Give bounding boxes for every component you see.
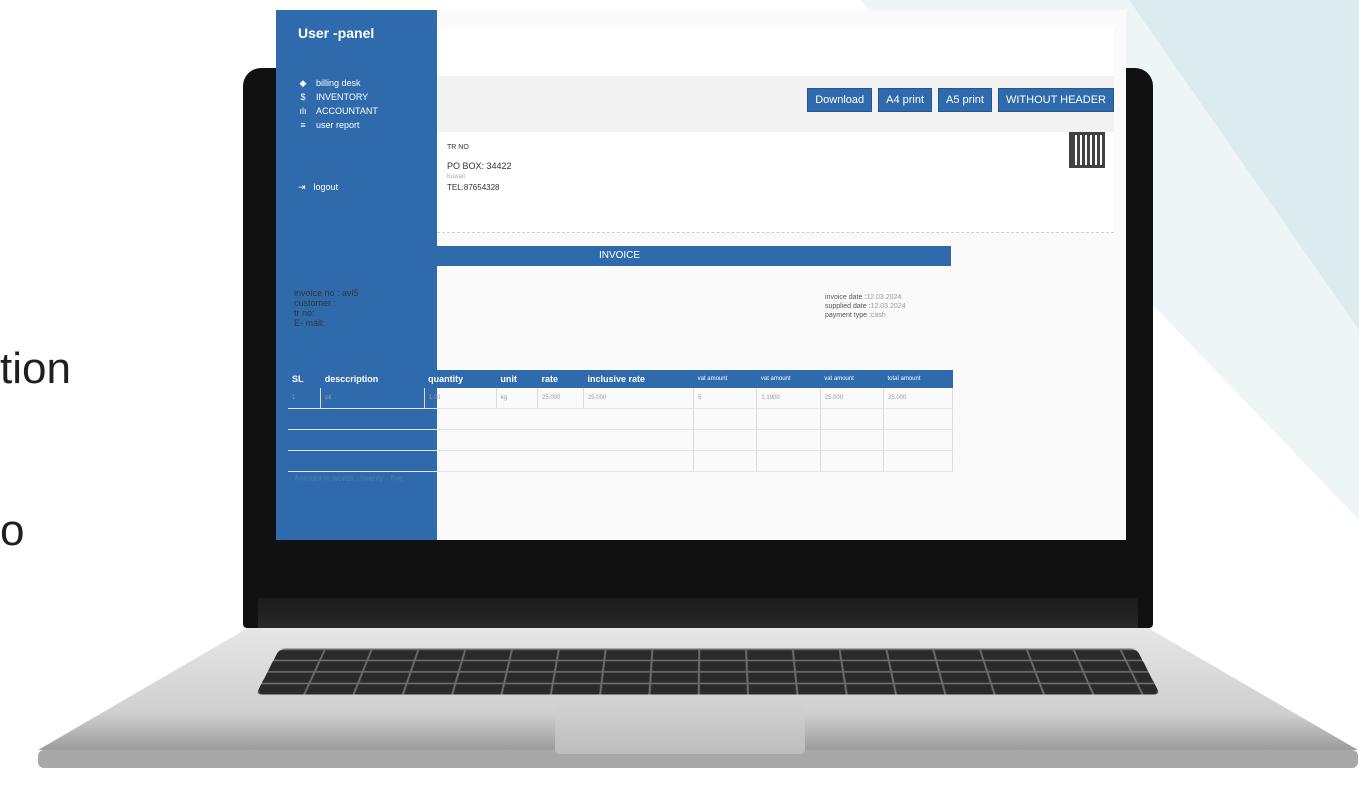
table-header: vat amount: [693, 370, 757, 388]
table-row: [288, 450, 953, 472]
table-cell-empty: [288, 450, 695, 472]
table-header: total amount: [883, 370, 953, 388]
without-header-button[interactable]: WITHOUT HEADER: [997, 88, 1114, 112]
supplied-date-value: 12.03.2024: [870, 303, 906, 310]
table-cell: 1.1900: [756, 388, 821, 409]
table-cell: pll: [320, 388, 425, 409]
sidebar-item-label: INVENTORY: [316, 92, 369, 102]
email: E- mail:: [294, 318, 325, 328]
table-cell-empty: [820, 450, 885, 472]
payment-type-label: payment type :: [825, 312, 871, 319]
table-header-row: SL desccription quantity unit rate inclu…: [288, 370, 953, 388]
sidebar-title: User -panel: [298, 25, 375, 41]
table-cell: 25.000: [583, 388, 695, 409]
chart-icon: ılı: [299, 106, 307, 116]
diamond-icon: ◆: [299, 77, 307, 88]
table-header: desccription: [320, 370, 425, 388]
table-header: quantity: [424, 370, 497, 388]
invoice-meta-left: invoice no : avl5 customer : tr no: E- m…: [294, 288, 359, 328]
logout-link[interactable]: ⇥ logout: [298, 182, 338, 193]
tr-number: tr no:: [294, 308, 315, 318]
top-bar: [437, 28, 1114, 76]
a4-print-button[interactable]: A4 print: [878, 88, 933, 112]
keyboard: [255, 648, 1161, 695]
sidebar-item-label: ACCOUNTANT: [316, 106, 378, 116]
trn-label: TR NO: [447, 144, 469, 151]
table-cell: 25.000: [537, 388, 584, 409]
table-header: vat amount: [820, 370, 884, 388]
amount-in-words: Amount in words : twenty - five: [294, 474, 403, 483]
logout-label: logout: [313, 182, 339, 192]
table-cell-empty: [693, 408, 758, 430]
logout-icon: ⇥: [298, 182, 306, 192]
customer: customer :: [294, 298, 337, 308]
table-cell: 1.00: [424, 388, 497, 409]
table-row: [288, 429, 953, 451]
invoice-meta-right: invoice date :12.03.2024 supplied date :…: [825, 293, 906, 320]
dollar-icon: $: [300, 92, 306, 102]
table-row: [288, 408, 953, 430]
table-header: SL: [288, 370, 321, 388]
po-box: PO BOX: 34422: [447, 161, 512, 171]
invoice-number: invoice no : avl5: [294, 288, 359, 298]
supplied-date-label: supplied date :: [825, 303, 871, 310]
table-cell: 25.000: [883, 388, 953, 409]
payment-type-value: cash: [870, 312, 886, 319]
table-header: inclusive rate: [583, 370, 694, 388]
invoice-title-band: INVOICE: [288, 246, 951, 266]
table-cell-empty: [883, 450, 953, 472]
qr-code-icon: [1069, 132, 1105, 168]
table-cell-empty: [820, 429, 885, 451]
invoice-items-table: SL desccription quantity unit rate inclu…: [288, 370, 953, 472]
table-cell: 5: [693, 388, 758, 409]
invoice-date-value: 12.03.2024: [866, 294, 902, 301]
sidebar-item-billing-desk[interactable]: ◆ billing desk: [298, 76, 378, 90]
sidebar-item-label: billing desk: [316, 78, 361, 88]
table-cell-empty: [756, 429, 821, 451]
table-cell-empty: [883, 429, 953, 451]
sidebar-item-user-report[interactable]: ≡ user report: [298, 118, 378, 132]
table-cell: kg: [496, 388, 539, 409]
a5-print-button[interactable]: A5 print: [938, 88, 992, 112]
company-location: Kuwait: [447, 174, 466, 180]
table-header: rate: [537, 370, 584, 388]
toolbar-buttons: Download A4 print A5 print WITHOUT HEADE…: [807, 88, 1114, 112]
table-cell-empty: [693, 429, 758, 451]
toolbar: Download A4 print A5 print WITHOUT HEADE…: [437, 76, 1114, 132]
sidebar-item-inventory[interactable]: $ INVENTORY: [298, 90, 378, 104]
table-cell-empty: [693, 450, 758, 472]
invoice-header: TR NO PO BOX: 34422 Kuwait TEL:87654328: [437, 132, 1114, 233]
table-cell: 1: [288, 388, 322, 409]
sidebar-menu: ◆ billing desk $ INVENTORY ılı ACCOUNTAN…: [298, 76, 378, 132]
table-cell-empty: [756, 408, 821, 430]
background-accent-shape: [1129, 0, 1359, 330]
touchpad: [555, 706, 805, 754]
background-text-line2: o: [0, 506, 25, 555]
background-text-line1: tion: [0, 344, 71, 393]
sidebar-item-label: user report: [316, 120, 360, 130]
table-cell-empty: [288, 429, 695, 451]
telephone: TEL:87654328: [447, 183, 500, 192]
table-cell: 25.000: [820, 388, 885, 409]
table-row: 1 pll 1.00 kg 25.000 25.000 5 1.1900 25.…: [288, 388, 953, 409]
table-header: unit: [496, 370, 538, 388]
sidebar-item-accountant[interactable]: ılı ACCOUNTANT: [298, 104, 378, 118]
table-cell-empty: [883, 408, 953, 430]
app-window: User -panel ◆ billing desk $ INVENTORY ı…: [276, 10, 1126, 540]
table-cell-empty: [820, 408, 885, 430]
download-button[interactable]: Download: [807, 88, 873, 112]
table-cell-empty: [288, 408, 695, 430]
table-cell-empty: [756, 450, 821, 472]
list-icon: ≡: [300, 120, 306, 130]
table-header: vat amount: [756, 370, 821, 388]
invoice-date-label: invoice date :: [825, 294, 867, 301]
